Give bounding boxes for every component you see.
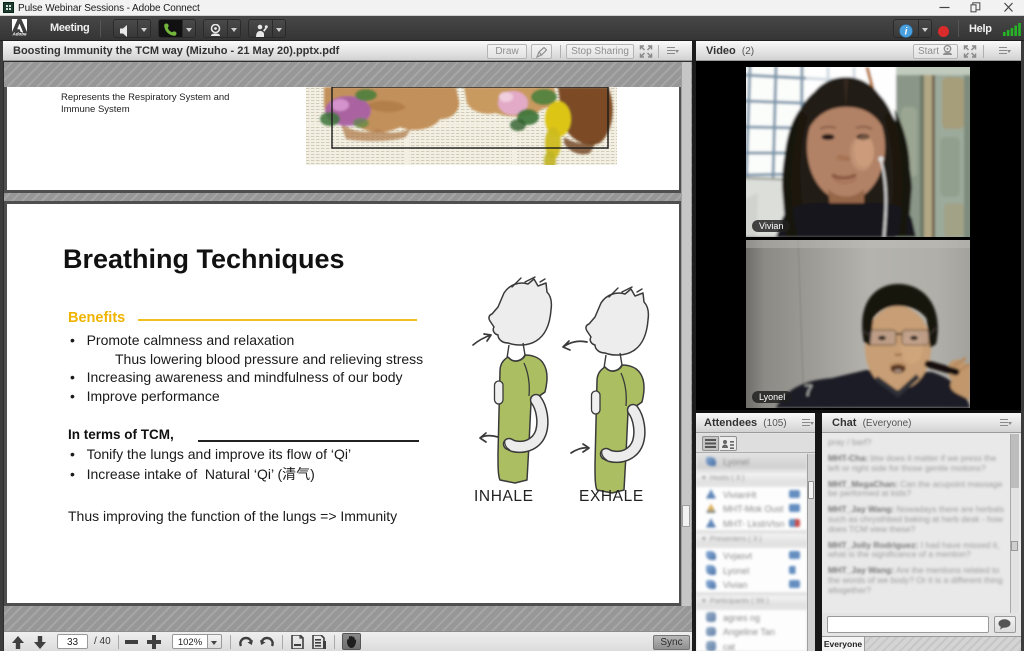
svg-text:i: i <box>905 27 908 38</box>
svg-text:Adobe: Adobe <box>12 32 27 36</box>
svg-text:7: 7 <box>804 383 813 400</box>
